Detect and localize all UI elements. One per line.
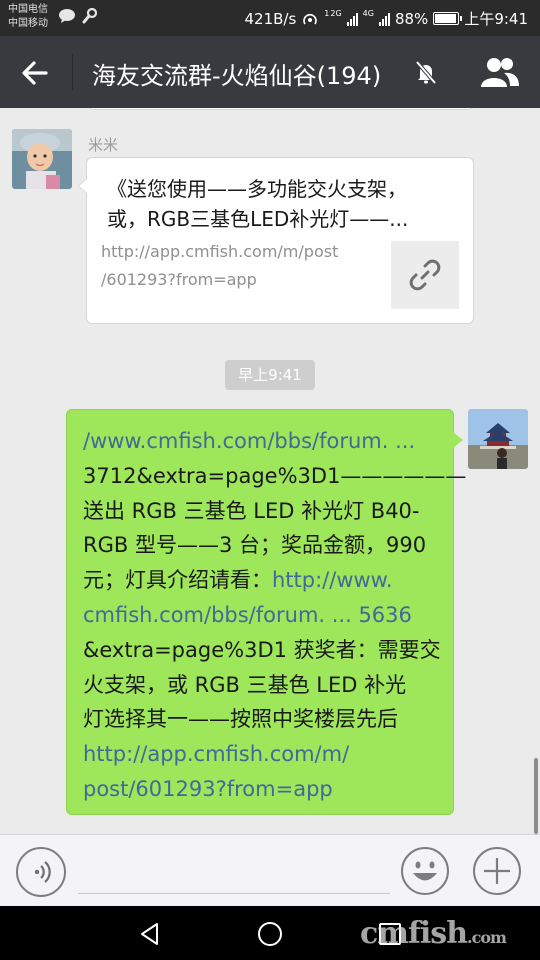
link-card[interactable]: 《送您使用——多功能交火支架， 或，RGB三基色LED补光灯——... http… [78, 157, 474, 324]
battery-icon [433, 12, 463, 25]
watermark-logo: cmfish.com [360, 916, 507, 951]
message-line: 元；灯具介绍请看：http://www. [83, 563, 447, 598]
signal-1-icon [346, 12, 358, 26]
time-divider: 早上9:41 [225, 360, 315, 390]
net-label-3: 4G [362, 9, 374, 18]
message-link[interactable]: http://app.cmfish.com/m/ [83, 737, 447, 772]
system-nav-bar: cmfish.com [0, 906, 540, 960]
input-bar [0, 834, 540, 906]
link-icon [409, 259, 441, 291]
triangle-back-icon[interactable] [136, 920, 164, 948]
voice-icon [34, 861, 51, 883]
avatar-mimi[interactable] [12, 129, 72, 189]
status-icons-right: 421B/s 1 2G 4G 88% 上午9:41 [244, 8, 528, 29]
message-link[interactable]: cmfish.com/bbs/forum. ... 5636 [83, 598, 447, 633]
net-label-1: 1 [324, 9, 330, 18]
chat-title: 海友交流群-火焰仙谷(194) [92, 62, 382, 90]
circle-home-icon[interactable] [256, 920, 284, 948]
message-link[interactable]: http://www. [272, 568, 393, 592]
plus-icon[interactable] [472, 846, 522, 896]
clock: 上午9:41 [464, 10, 528, 28]
watermark-main: cmfish [360, 916, 468, 951]
scrollbar[interactable] [534, 758, 538, 834]
avatar-self[interactable] [468, 409, 528, 469]
previous-message-bubble [88, 108, 474, 110]
link-card-thumbnail [391, 241, 459, 309]
carrier-info: 中国电信 中国移动 [8, 3, 48, 31]
battery-percent: 88% [394, 9, 429, 28]
group-icon[interactable] [480, 55, 520, 89]
message-link[interactable]: post/601293?from=app [83, 772, 447, 807]
link-card-url: http://app.cmfish.com/m/post /601293?fro… [101, 238, 371, 294]
emoji-icon[interactable] [400, 846, 450, 896]
avatar-baby-image [12, 129, 72, 189]
chat-bubble-icon [59, 9, 75, 23]
link-card-url-line: http://app.cmfish.com/m/post [101, 242, 339, 261]
status-icons-left [58, 8, 98, 24]
link-card-title-line: 《送您使用——多功能交火支架， [107, 177, 407, 201]
sent-message-bubble[interactable]: /www.cmfish.com/bbs/forum. ... 3712&extr… [66, 409, 467, 815]
avatar-temple-image [468, 409, 528, 469]
status-bar: 中国电信 中国移动 421B/s 1 2G 4G 88% 上午9:41 [0, 0, 540, 36]
chat-header: 海友交流群-火焰仙谷(194) [0, 36, 540, 108]
signal-2-icon [378, 12, 390, 26]
net-speed: 421B/s [244, 9, 297, 28]
message-line: RGB 型号——3 台；奖品金额，990 [83, 533, 427, 558]
carrier-1: 中国电信 [8, 4, 48, 15]
watermark-suffix: .com [467, 928, 507, 947]
link-card-title-line: 或，RGB三基色LED补光灯——... [107, 207, 409, 231]
hotspot-icon [303, 13, 318, 24]
message-line: 3712&extra=page%3D1—————— [83, 463, 467, 488]
message-line: 送出 RGB 三基色 LED 补光灯 B40- [83, 498, 420, 523]
message-list[interactable]: 米米 《送您使用——多功能交火支架， 或，RGB三基色LED补光灯——... h… [0, 108, 540, 834]
sender-name: 米米 [88, 136, 119, 154]
message-link[interactable]: /www.cmfish.com/bbs/forum. ... [83, 424, 447, 459]
arrow-left-icon[interactable] [18, 56, 52, 90]
message-line: 火支架，或 RGB 三基色 LED 补光 [83, 672, 407, 697]
message-text: 元；灯具介绍请看： [83, 568, 272, 593]
link-card-title: 《送您使用——多功能交火支架， 或，RGB三基色LED补光灯——... [107, 174, 463, 234]
link-card-url-line: /601293?from=app [101, 270, 257, 289]
voice-button[interactable] [16, 847, 66, 897]
message-input[interactable] [78, 893, 390, 894]
wrench-icon [82, 8, 98, 24]
message-line: &extra=page%3D1 获奖者：需要交 [83, 637, 441, 662]
bell-off-icon [415, 60, 437, 85]
carrier-2: 中国移动 [8, 18, 48, 29]
sent-message-text: /www.cmfish.com/bbs/forum. ... 3712&extr… [83, 424, 467, 807]
net-label-2: 2G [330, 9, 342, 18]
message-line: 灯选择其一——按照中奖楼层先后 [83, 707, 398, 732]
header-divider [72, 54, 73, 90]
